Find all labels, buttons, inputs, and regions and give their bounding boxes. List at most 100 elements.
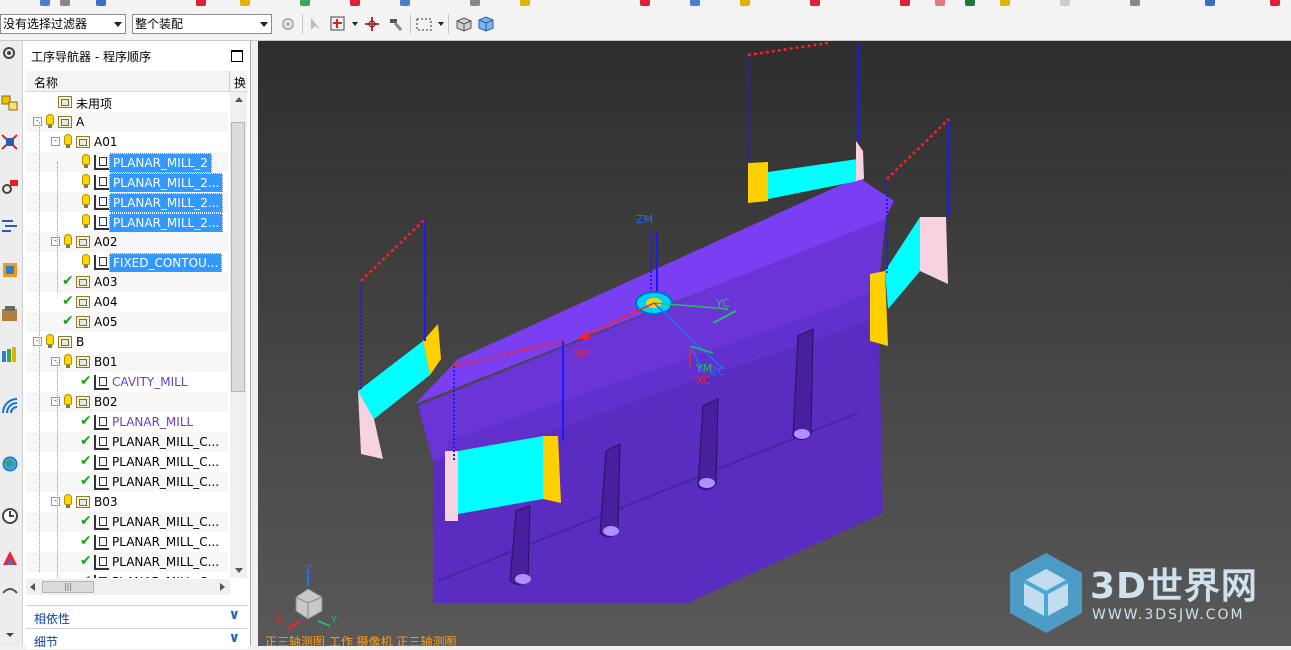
chevron-down-icon[interactable] [352,22,358,26]
scroll-left-icon[interactable] [30,583,35,591]
gear-icon[interactable] [1,45,19,63]
program-group-row[interactable]: - A01 [26,132,228,152]
chevron-down-icon[interactable] [1,625,19,643]
needs-regenerate-icon [64,354,72,368]
tree-item-label: A01 [94,135,118,149]
collapse-toggle-icon[interactable]: - [51,357,60,366]
toolbar-top-icon[interactable] [1270,0,1280,6]
toolbar-top-icon[interactable] [300,0,310,6]
point-on-face-button[interactable] [328,14,348,34]
snap-point-options-button[interactable] [362,14,382,34]
complete-check-icon: ✔ [80,553,92,569]
chevron-down-icon[interactable] [438,22,444,26]
scroll-right-icon[interactable] [220,583,225,591]
toolbar-top-icon[interactable] [240,0,250,6]
history-icon[interactable] [1,345,19,363]
snap-point-button[interactable] [306,14,326,34]
workpiece-model[interactable] [415,177,894,603]
operation-navigator-icon[interactable] [1,217,19,235]
toolbar-top-icon[interactable] [96,0,106,6]
toolbar-top-icon[interactable] [810,0,820,6]
top-icon-row [0,0,1291,8]
toolbar-top-icon[interactable] [1205,0,1215,6]
collapse-toggle-icon[interactable]: - [33,337,42,346]
toolbar-top-icon[interactable] [40,0,50,6]
filter-reset-button[interactable] [278,14,298,34]
collapse-toggle-icon[interactable]: - [51,137,60,146]
globe-icon[interactable] [1,455,19,473]
toolbar-top-icon[interactable] [1130,0,1140,6]
chevron-down-icon: ∨ [228,607,240,623]
library-icon[interactable] [1,305,19,323]
toolbar-top-icon[interactable] [1000,0,1010,6]
complete-check-icon: ✔ [62,293,74,309]
toolbar-top-icon[interactable] [196,0,206,6]
column-name[interactable]: 名称 [34,74,58,91]
machine-tool-navigator-icon[interactable] [1,261,19,279]
graphics-viewport[interactable]: ZM YC XM YM XC ZC Z X Y 正三轴测图 工作 摄像机 正三轴… [258,41,1291,646]
scroll-up-icon[interactable] [235,97,243,102]
shaded-view-button[interactable] [454,14,474,34]
program-group-row[interactable]: ✔ A05 [26,312,228,332]
hammer-tool-button[interactable] [386,14,406,34]
complete-check-icon: ✔ [62,273,74,289]
tree-item-label: B [76,335,85,349]
toolbar-top-icon[interactable] [965,0,975,6]
column-divider[interactable] [229,71,230,91]
complete-check-icon: ✔ [80,573,92,578]
tree-item-label: PLANAR_MILL_C... [112,435,220,449]
tree-vertical-scrollbar[interactable] [230,92,247,578]
toolbar-top-icon[interactable] [640,0,650,6]
scroll-down-icon[interactable] [235,568,243,573]
toolbar-top-icon[interactable] [740,0,750,6]
program-group-row[interactable]: ✔ A04 [26,292,228,312]
toolbar-top-icon[interactable] [400,0,410,6]
scroll-thumb[interactable] [231,122,245,392]
constraint-navigator-icon[interactable] [1,133,19,151]
palette-icon[interactable] [1,549,19,567]
program-group-row[interactable]: -A [26,112,228,132]
assembly-scope-value: 整个装配 [135,17,184,31]
rectangle-select-button[interactable] [414,14,434,34]
watermark-logo-icon [1010,553,1082,633]
box-icon [456,17,472,32]
toolbar-top-icon[interactable] [1060,0,1070,6]
tree-horizontal-scrollbar[interactable]: ||| [26,579,230,595]
maximize-icon[interactable] [231,50,243,62]
toolbar-top-icon[interactable] [900,0,910,6]
selection-filter-select[interactable]: 没有选择过滤器 [0,14,126,34]
toolbar-top-icon[interactable] [690,0,700,6]
collapse-toggle-icon[interactable]: - [33,117,42,126]
complete-check-icon: ✔ [80,373,92,389]
clock-icon[interactable] [1,507,19,525]
toolbar-top-icon[interactable] [935,0,945,6]
scroll-thumb[interactable]: ||| [42,581,94,593]
web-browser-icon[interactable] [1,397,19,415]
collapse-toggle-icon[interactable]: - [51,237,60,246]
tree-item-label: A05 [94,315,118,329]
operation-icon [94,555,109,570]
roles-icon[interactable] [1,581,19,599]
toolbar-separator [302,14,303,34]
program-group-row[interactable]: 未用项 [26,92,228,112]
tree-item-label: PLANAR_MILL_C... [112,515,220,529]
chevron-down-icon [260,22,268,27]
column-tool-change[interactable]: 换 [234,74,246,91]
collapse-toggle-icon[interactable]: - [51,497,60,506]
operation-icon [94,575,109,578]
toolbar-top-icon[interactable] [520,0,530,6]
toolbar-top-icon[interactable] [60,0,70,6]
triad-label-z: Z [305,564,312,575]
assembly-scope-select[interactable]: 整个装配 [132,14,272,34]
watermark: 3D世界网 WWW.3DSJW.COM [1006,551,1276,641]
collapse-toggle-icon[interactable]: - [51,397,60,406]
view-triad[interactable]: Z X Y [275,564,338,630]
program-group-row[interactable]: -B [26,332,228,352]
toolbar-top-icon[interactable] [470,0,480,6]
cube-view-button[interactable] [476,14,496,34]
assembly-navigator-icon[interactable] [1,93,19,111]
toolbar-top-icon[interactable] [350,0,360,6]
complete-check-icon: ✔ [80,453,92,469]
dependencies-section[interactable]: 相依性 ∨ [26,605,248,626]
part-navigator-icon[interactable] [1,177,19,195]
